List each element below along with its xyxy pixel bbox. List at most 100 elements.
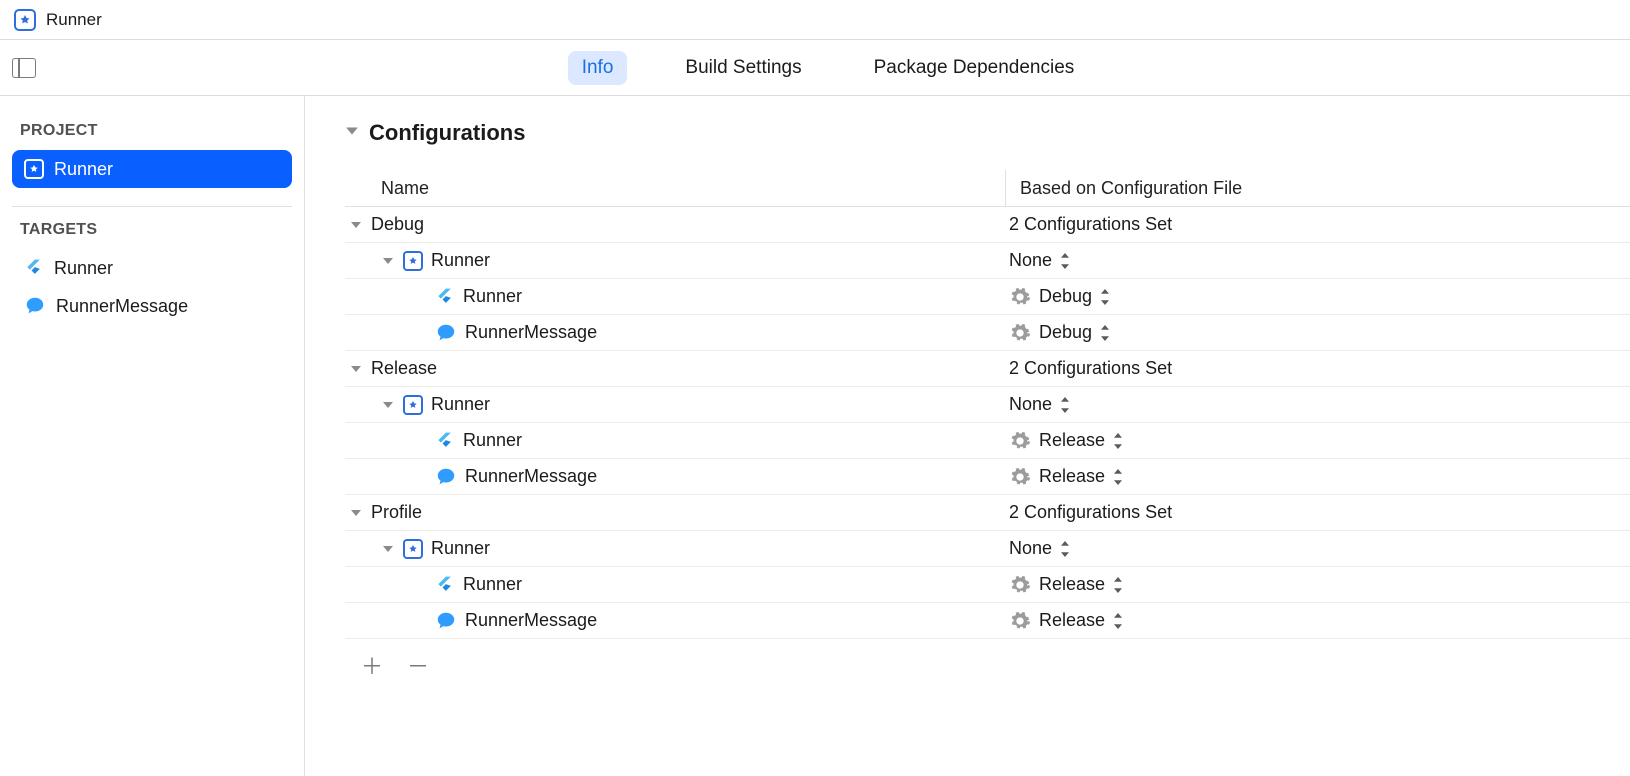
gear-icon: [1009, 466, 1031, 488]
config-summary: 2 Configurations Set: [1009, 502, 1172, 523]
config-value: None: [1009, 394, 1052, 415]
config-value: Debug: [1039, 286, 1092, 307]
config-target-value[interactable]: Release: [1005, 610, 1630, 632]
updown-icon: [1113, 469, 1129, 485]
project-label: Runner: [431, 394, 490, 415]
chevron-down-icon: [349, 363, 363, 375]
window-title: Runner: [46, 10, 102, 30]
config-project-value[interactable]: None: [1005, 394, 1630, 415]
config-project-row[interactable]: Runner None: [345, 243, 1630, 279]
target-label: Runner: [463, 430, 522, 451]
config-target-row[interactable]: Runner Release: [345, 423, 1630, 459]
sidebar: PROJECT Runner TARGETS Runner RunnerMess…: [0, 96, 305, 776]
col-name-header: Name: [381, 178, 429, 199]
target-label: Runner: [463, 286, 522, 307]
config-target-name: Runner: [345, 430, 1005, 451]
main-content: Configurations Name Based on Configurati…: [305, 96, 1630, 776]
config-project-name: Runner: [345, 250, 1005, 271]
config-group-row[interactable]: Debug 2 Configurations Set: [345, 207, 1630, 243]
config-name: Debug: [371, 214, 424, 235]
updown-icon: [1113, 577, 1129, 593]
tab-bar: Info Build Settings Package Dependencies: [36, 51, 1620, 85]
config-value: Release: [1039, 466, 1105, 487]
chevron-down-icon: [381, 543, 395, 555]
gear-icon: [1009, 286, 1031, 308]
message-bubble-icon: [435, 610, 457, 632]
config-summary-cell: 2 Configurations Set: [1005, 358, 1630, 379]
gear-icon: [1009, 574, 1031, 596]
flutter-icon: [435, 287, 455, 307]
config-name: Release: [371, 358, 437, 379]
updown-icon: [1100, 289, 1116, 305]
project-label: Runner: [431, 250, 490, 271]
app-icon: [403, 251, 423, 271]
updown-icon: [1113, 433, 1129, 449]
toolbar: Info Build Settings Package Dependencies: [0, 40, 1630, 96]
config-project-row[interactable]: Runner None: [345, 387, 1630, 423]
updown-icon: [1060, 253, 1076, 269]
target-label: RunnerMessage: [465, 466, 597, 487]
app-icon: [403, 539, 423, 559]
config-target-name: Runner: [345, 286, 1005, 307]
config-group-row[interactable]: Profile2 Configurations Set: [345, 495, 1630, 531]
config-group-row[interactable]: Release 2 Configurations Set: [345, 351, 1630, 387]
config-target-value[interactable]: Release: [1005, 574, 1630, 596]
updown-icon: [1113, 613, 1129, 629]
updown-icon: [1100, 325, 1116, 341]
config-target-row[interactable]: RunnerMessage Debug: [345, 315, 1630, 351]
config-group-name: Debug: [345, 214, 1005, 235]
tab-info[interactable]: Info: [568, 51, 628, 85]
gear-icon: [1009, 322, 1031, 344]
config-target-row[interactable]: Runner Release: [345, 567, 1630, 603]
chevron-down-icon: [381, 399, 395, 411]
configurations-table: Name Based on Configuration File Debug 2 …: [305, 170, 1630, 681]
config-value: Release: [1039, 430, 1105, 451]
target-item-runner[interactable]: Runner: [12, 249, 292, 287]
section-title: Configurations: [369, 120, 525, 146]
target-item-runnermessage[interactable]: RunnerMessage: [12, 287, 292, 325]
updown-icon: [1060, 397, 1076, 413]
config-project-name: Runner: [345, 538, 1005, 559]
tab-package-dependencies[interactable]: Package Dependencies: [860, 51, 1089, 85]
target-label: RunnerMessage: [465, 322, 597, 343]
app-icon: [14, 9, 36, 31]
config-target-row[interactable]: Runner Debug: [345, 279, 1630, 315]
sidebar-item-label: RunnerMessage: [56, 296, 188, 317]
project-item-runner[interactable]: Runner: [12, 150, 292, 188]
config-target-name: Runner: [345, 574, 1005, 595]
config-project-value[interactable]: None: [1005, 538, 1630, 559]
gear-icon: [1009, 430, 1031, 452]
config-target-value[interactable]: Debug: [1005, 322, 1630, 344]
config-project-name: Runner: [345, 394, 1005, 415]
target-label: Runner: [463, 574, 522, 595]
config-summary: 2 Configurations Set: [1009, 214, 1172, 235]
titlebar: Runner: [0, 0, 1630, 40]
chevron-down-icon: [381, 255, 395, 267]
remove-configuration-button[interactable]: －: [407, 649, 429, 681]
config-project-row[interactable]: Runner None: [345, 531, 1630, 567]
tab-build-settings[interactable]: Build Settings: [671, 51, 815, 85]
config-target-value[interactable]: Debug: [1005, 286, 1630, 308]
config-project-value[interactable]: None: [1005, 250, 1630, 271]
config-group-name: Release: [345, 358, 1005, 379]
configurations-section-header[interactable]: Configurations: [305, 120, 1630, 146]
config-value: Release: [1039, 574, 1105, 595]
message-bubble-icon: [24, 295, 46, 317]
chevron-down-icon: [345, 124, 359, 142]
targets-heading: TARGETS: [20, 221, 284, 239]
config-target-value[interactable]: Release: [1005, 430, 1630, 452]
config-target-name: RunnerMessage: [345, 466, 1005, 488]
config-summary-cell: 2 Configurations Set: [1005, 214, 1630, 235]
config-group-name: Profile: [345, 502, 1005, 523]
sidebar-toggle-icon[interactable]: [12, 58, 36, 78]
config-target-name: RunnerMessage: [345, 322, 1005, 344]
project-label: Runner: [431, 538, 490, 559]
updown-icon: [1060, 541, 1076, 557]
col-based-header: Based on Configuration File: [1020, 178, 1242, 199]
config-target-value[interactable]: Release: [1005, 466, 1630, 488]
config-value: Release: [1039, 610, 1105, 631]
config-target-row[interactable]: RunnerMessageRelease: [345, 603, 1630, 639]
add-configuration-button[interactable]: ＋: [361, 649, 383, 681]
project-heading: PROJECT: [20, 122, 284, 140]
config-target-row[interactable]: RunnerMessage Release: [345, 459, 1630, 495]
